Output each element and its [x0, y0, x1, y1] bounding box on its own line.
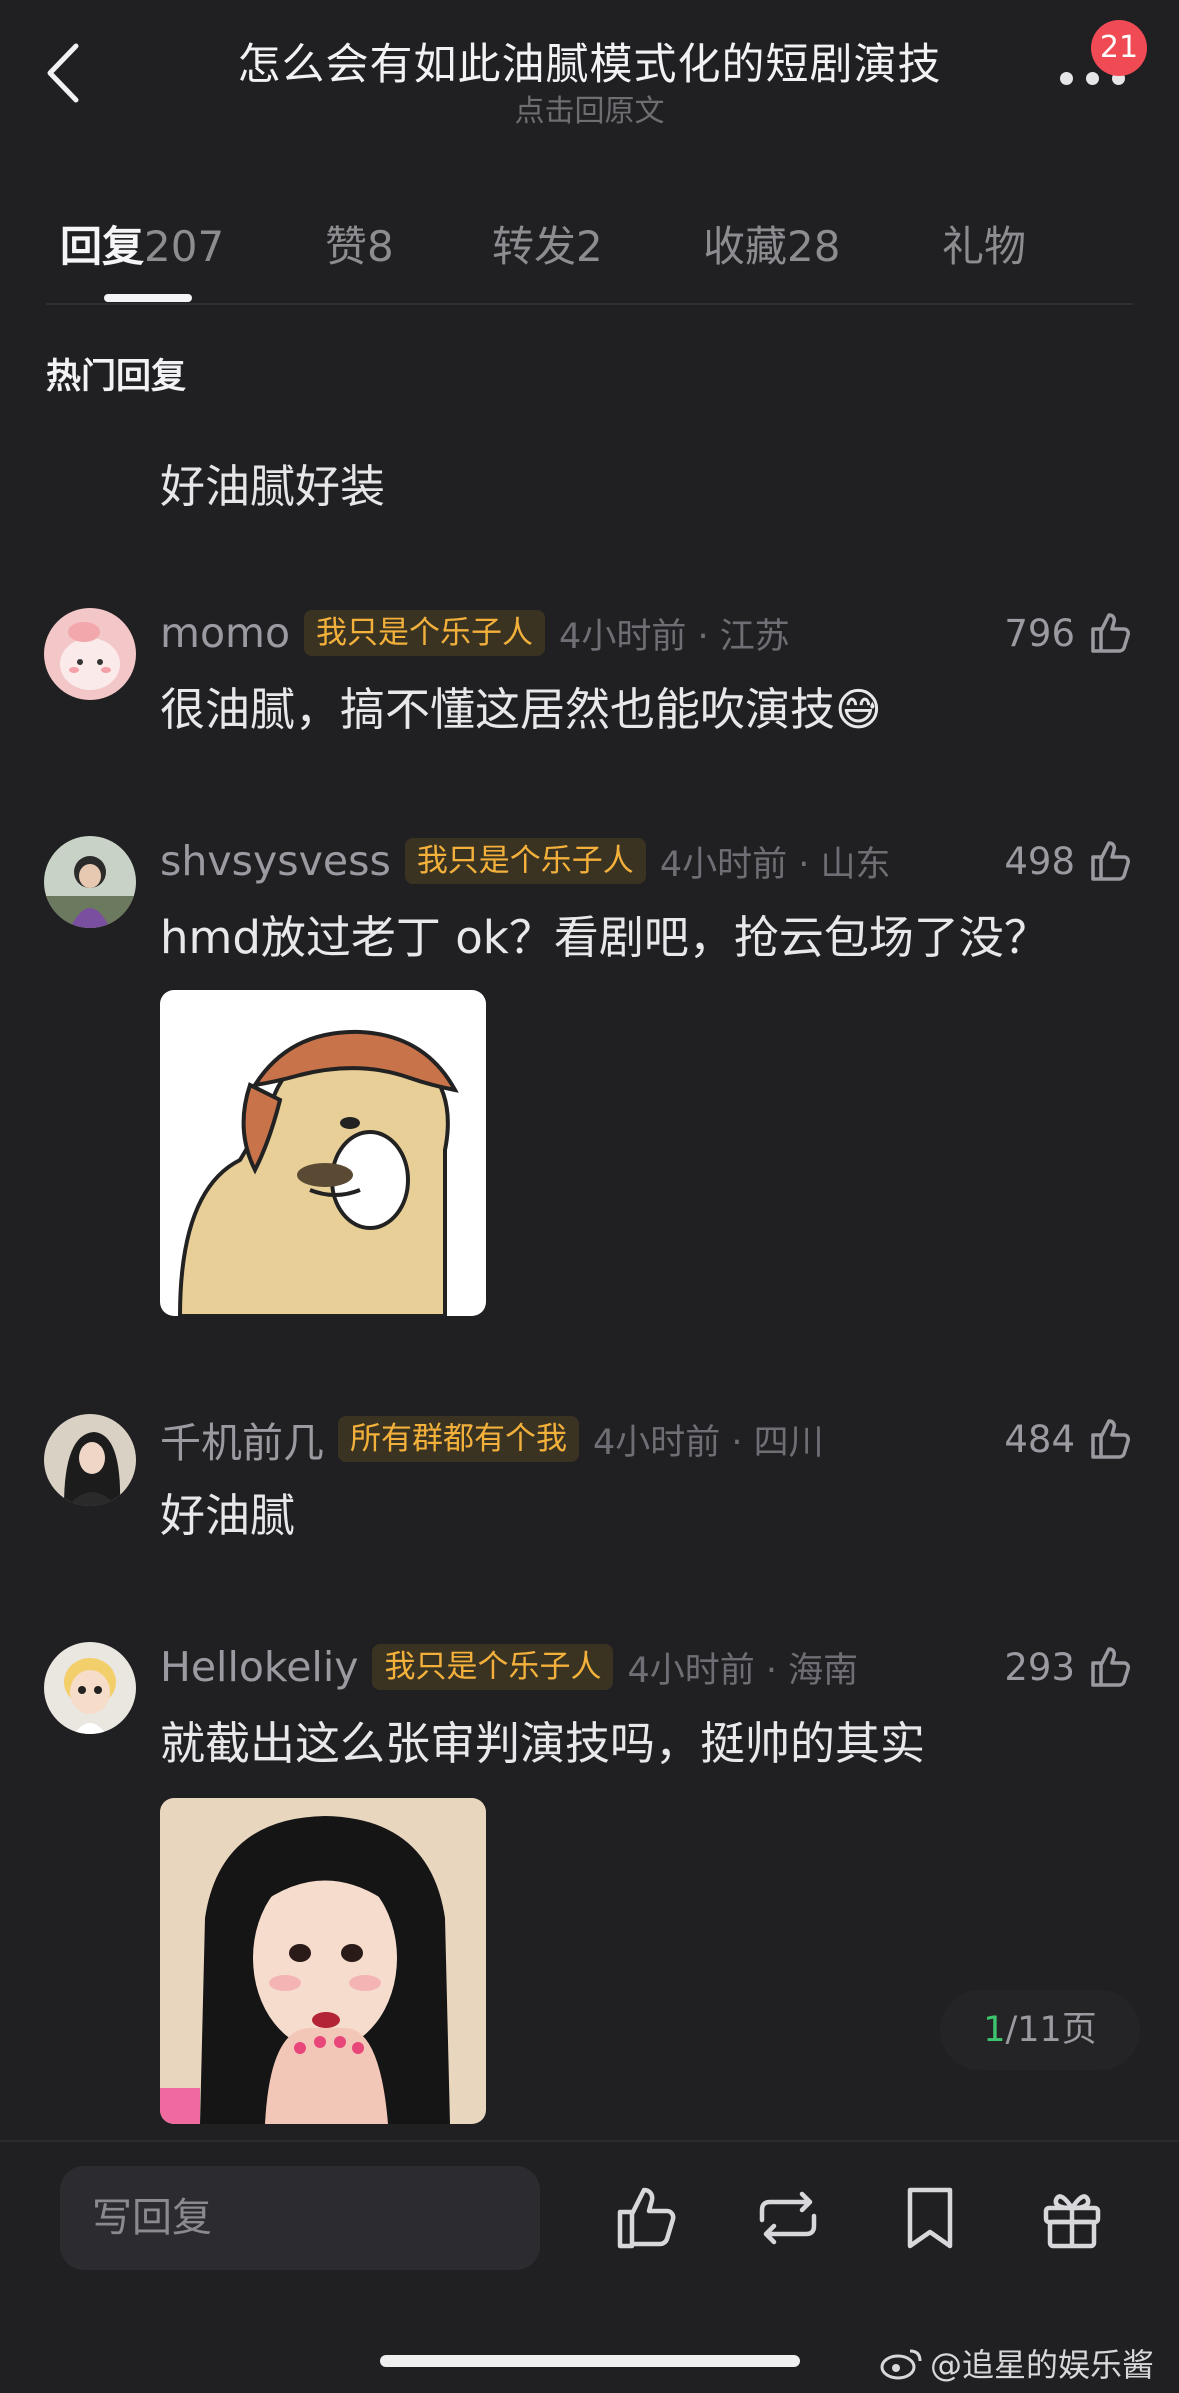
thumbs-up-icon — [1091, 1419, 1130, 1459]
tab-label: 转发 — [492, 222, 577, 271]
back-to-original-link[interactable]: 点击回原文 — [0, 86, 1179, 130]
like-button[interactable]: 293 — [1004, 1639, 1135, 1695]
like-count: 796 — [1004, 611, 1075, 655]
like-button[interactable]: 796 — [1004, 605, 1135, 661]
username[interactable]: 千机前几 — [160, 1409, 324, 1469]
timestamp-location: 4小时前 · 海南 — [627, 1650, 859, 1691]
tab-label: 赞 — [325, 222, 368, 271]
divider — [0, 2140, 1179, 2142]
repost-icon — [759, 2191, 817, 2245]
avatar[interactable] — [44, 608, 136, 700]
watermark: @追星的娱乐酱 — [880, 2340, 1154, 2386]
comment-text: 好油腻 — [160, 1489, 296, 1542]
timestamp-location: 4小时前 · 四川 — [593, 1422, 824, 1463]
reply-input[interactable] — [60, 2166, 540, 2270]
repost-button[interactable] — [750, 2180, 826, 2256]
tab-active-indicator — [104, 294, 192, 302]
section-title: 热门回复 — [46, 357, 187, 397]
header: 怎么会有如此油腻模式化的短剧演技 点击回原文 21 — [0, 0, 1179, 150]
tab-count: 2 — [576, 222, 603, 271]
like-count: 293 — [1004, 1645, 1075, 1689]
comment-meta: momo 我只是个乐子人 4小时前 · 江苏 — [160, 605, 790, 661]
tab-label: 回复 — [60, 222, 145, 271]
comment-text: 很油腻，搞不懂这居然也能吹演技😅 — [160, 683, 882, 736]
timestamp-location: 4小时前 · 江苏 — [559, 616, 790, 657]
page-title: 怎么会有如此油腻模式化的短剧演技 — [237, 40, 942, 90]
total-pages: /11页 — [1005, 2010, 1097, 2050]
like-count: 484 — [1004, 1417, 1075, 1461]
user-tag: 我只是个乐子人 — [372, 1644, 614, 1690]
timestamp-location: 4小时前 · 山东 — [659, 844, 891, 885]
like-post-button[interactable] — [610, 2180, 686, 2256]
divider — [46, 303, 1133, 305]
bookmark-icon — [907, 2187, 953, 2249]
tab-count: 207 — [144, 222, 225, 271]
comment-meta: shvsysvess 我只是个乐子人 4小时前 · 山东 — [160, 833, 890, 889]
tab-count: 28 — [787, 222, 841, 271]
tab-count: 8 — [367, 222, 394, 271]
comment-image-dog-sticker[interactable] — [160, 990, 486, 1316]
more-dots-icon — [1060, 72, 1073, 85]
comment-text: hmd放过老丁 ok？看剧吧，抢云包场了没？ — [160, 911, 1049, 964]
tab-bar: 回复207 赞8 转发2 收藏28 礼物 — [0, 205, 1179, 305]
thumbs-up-icon — [1091, 841, 1130, 881]
gift-button[interactable] — [1034, 2180, 1110, 2256]
username[interactable]: momo — [160, 609, 290, 657]
avatar[interactable] — [44, 1642, 136, 1734]
username[interactable]: shvsysvess — [160, 837, 391, 885]
notification-badge: 21 — [1091, 20, 1147, 76]
like-button[interactable]: 484 — [1004, 1411, 1135, 1467]
comment-text: 就截出这么张审判演技吗，挺帅的其实 — [160, 1717, 926, 1770]
home-indicator — [380, 2355, 800, 2367]
current-page: 1 — [983, 2010, 1006, 2050]
watermark-text: @追星的娱乐酱 — [930, 2346, 1155, 2384]
bookmark-button[interactable] — [892, 2180, 968, 2256]
thumbs-up-icon — [617, 2187, 676, 2249]
thumbs-up-icon — [1091, 613, 1130, 653]
tab-reposts[interactable]: 转发2 — [492, 213, 603, 274]
tab-gifts[interactable]: 礼物 — [942, 213, 1026, 274]
comment-image-photo[interactable] — [160, 1798, 486, 2124]
username[interactable]: Hellokeliy — [160, 1643, 358, 1691]
comment-meta: Hellokeliy 我只是个乐子人 4小时前 · 海南 — [160, 1639, 858, 1695]
tab-label: 礼物 — [942, 222, 1027, 271]
tab-favorites[interactable]: 收藏28 — [703, 213, 840, 274]
pinned-comment-text: 好油腻好装 — [160, 460, 386, 513]
avatar[interactable] — [44, 836, 136, 928]
user-tag: 所有群都有个我 — [338, 1416, 579, 1462]
thumbs-up-icon — [1091, 1647, 1130, 1687]
tab-likes[interactable]: 赞8 — [325, 213, 394, 274]
comment-meta: 千机前几 所有群都有个我 4小时前 · 四川 — [160, 1411, 824, 1467]
user-tag: 我只是个乐子人 — [304, 610, 546, 656]
weibo-logo-icon — [880, 2349, 922, 2380]
more-dot — [1086, 72, 1099, 85]
gift-icon — [1043, 2194, 1101, 2249]
user-tag: 我只是个乐子人 — [404, 838, 646, 884]
like-button[interactable]: 498 — [1004, 833, 1135, 889]
avatar[interactable] — [44, 1414, 136, 1506]
page-indicator[interactable]: 1/11页 — [940, 1990, 1140, 2070]
tab-label: 收藏 — [703, 222, 788, 271]
like-count: 498 — [1004, 839, 1075, 883]
tab-replies[interactable]: 回复207 — [60, 213, 224, 274]
